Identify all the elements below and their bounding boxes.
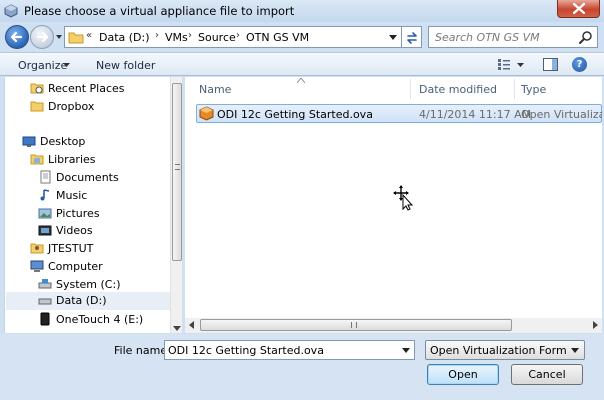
arrow-right-icon	[36, 31, 49, 43]
file-type-select[interactable]: Open Virtualization Format (*.o	[425, 340, 585, 360]
cancel-button[interactable]: Cancel	[511, 364, 583, 385]
help-icon[interactable]: ?	[572, 57, 587, 72]
recent-places-icon	[30, 83, 44, 94]
sidebar-item-label: Videos	[56, 224, 93, 237]
desktop-icon	[22, 136, 36, 147]
drive-icon	[38, 279, 52, 289]
file-type-value: Open Virtualization Format (*.o	[430, 344, 566, 357]
navigation-row: « Data (D:) › VMs › Source › OTN GS VM S…	[0, 22, 604, 52]
sidebar-item-label: Documents	[56, 171, 119, 184]
scrollbar-thumb[interactable]	[172, 83, 182, 261]
file-name-field[interactable]	[164, 340, 415, 360]
refresh-button[interactable]	[402, 26, 422, 48]
recent-locations-dropdown-icon[interactable]	[55, 33, 63, 41]
documents-icon	[40, 170, 51, 184]
arrow-left-icon	[10, 31, 23, 43]
music-icon	[40, 189, 50, 201]
chevron-right-icon[interactable]: ›	[236, 30, 240, 41]
videos-icon	[38, 225, 52, 236]
chevron-down-icon[interactable]	[517, 63, 524, 68]
column-header-type[interactable]: Type	[521, 83, 546, 96]
scroll-left-icon[interactable]	[189, 321, 194, 329]
folder-icon	[68, 32, 84, 44]
sidebar-item-label: OneTouch 4 (E:)	[56, 313, 144, 326]
pictures-icon	[38, 208, 52, 219]
dialog-footer: File name: Open Virtualization Format (*…	[0, 334, 604, 400]
sidebar-item-label: Dropbox	[48, 100, 95, 113]
file-date: 4/11/2014 11:17 AM	[419, 108, 532, 121]
sidebar-item-label: Computer	[48, 260, 103, 273]
file-list-scrollbar[interactable]	[185, 318, 602, 333]
search-placeholder: Search OTN GS VM	[435, 31, 540, 44]
scrollbar-thumb[interactable]	[200, 319, 512, 331]
scroll-down-icon[interactable]	[173, 326, 181, 331]
column-header-date[interactable]: Date modified	[419, 83, 497, 96]
sidebar-item-label: Desktop	[40, 135, 86, 148]
window-title: Please choose a virtual appliance file t…	[24, 4, 295, 18]
breadcrumb-source[interactable]: Source	[198, 31, 236, 44]
column-headers: Name Date modified Type	[185, 77, 602, 101]
breadcrumb-overflow[interactable]: «	[86, 30, 92, 41]
navigation-pane-scrollbar[interactable]	[170, 77, 182, 333]
open-button[interactable]: Open	[427, 364, 499, 385]
refresh-icon	[407, 32, 417, 44]
file-name: ODI 12c Getting Started.ova	[217, 108, 373, 121]
sidebar-item-label: Libraries	[48, 153, 96, 166]
chevron-right-icon[interactable]: ›	[188, 30, 192, 41]
organize-button[interactable]: Organize	[18, 59, 67, 72]
breadcrumb-data-drive[interactable]: Data (D:)	[99, 31, 150, 44]
sidebar-item-label: Music	[56, 189, 88, 202]
forward-button[interactable]	[30, 25, 54, 49]
table-row[interactable]: ODI 12c Getting Started.ova 4/11/2014 11…	[196, 104, 602, 123]
scroll-right-icon[interactable]	[593, 321, 598, 329]
chevron-down-icon	[571, 348, 579, 353]
breadcrumb-otn-gs-vm[interactable]: OTN GS VM	[246, 31, 309, 44]
sort-ascending-icon	[297, 78, 305, 83]
command-toolbar: Organize New folder ?	[0, 52, 604, 76]
back-button[interactable]	[5, 25, 29, 49]
change-view-icon[interactable]	[497, 58, 511, 71]
file-type: Open Virtualization	[521, 108, 602, 121]
dropbox-folder-icon	[30, 101, 44, 112]
breadcrumb-vms[interactable]: VMs	[165, 31, 188, 44]
chevron-down-icon[interactable]	[402, 348, 410, 353]
new-folder-button[interactable]: New folder	[96, 59, 155, 72]
sidebar-item-label: Pictures	[56, 207, 100, 220]
preview-pane-icon[interactable]	[543, 58, 558, 71]
file-name-input[interactable]	[168, 343, 393, 357]
chevron-down-icon[interactable]	[63, 63, 70, 68]
virtualbox-app-icon	[4, 4, 18, 18]
chevron-right-icon[interactable]: ›	[155, 30, 159, 41]
external-drive-icon	[40, 312, 50, 326]
drive-icon	[38, 298, 52, 305]
file-name-label: File name:	[114, 344, 171, 357]
column-header-name[interactable]: Name	[199, 83, 231, 96]
close-button[interactable]	[557, 0, 600, 18]
search-input[interactable]: Search OTN GS VM	[428, 26, 598, 48]
sidebar-item-label: System (C:)	[56, 278, 121, 291]
computer-icon	[30, 260, 44, 272]
search-icon[interactable]	[579, 30, 593, 44]
sidebar-item-label: JTESTUT	[48, 242, 94, 255]
libraries-icon	[30, 154, 44, 165]
address-bar[interactable]: « Data (D:) › VMs › Source › OTN GS VM	[64, 26, 402, 48]
file-list: Name Date modified Type ODI 12c Getting …	[185, 77, 602, 318]
ova-file-icon	[199, 106, 214, 121]
sidebar-item-data-d[interactable]: Data (D:)	[6, 292, 170, 310]
chevron-down-icon[interactable]	[389, 35, 397, 41]
navigation-pane: Recent Places Dropbox Desktop Libraries …	[4, 77, 170, 333]
sidebar-item-label: Recent Places	[48, 82, 125, 95]
title-bar: Please choose a virtual appliance file t…	[0, 0, 604, 22]
move-cursor-icon	[393, 185, 414, 211]
user-folder-icon	[30, 243, 44, 254]
close-icon	[573, 3, 585, 14]
sidebar-item-label: Data (D:)	[56, 294, 107, 307]
